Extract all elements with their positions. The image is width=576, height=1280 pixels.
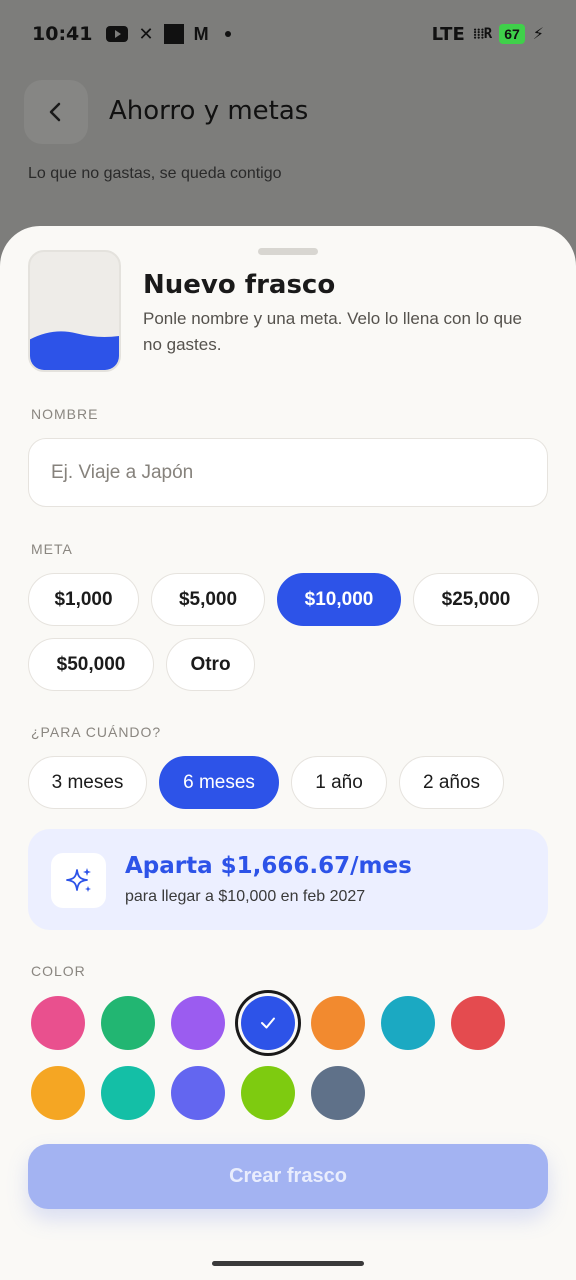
jar-liquid bbox=[30, 331, 119, 370]
goal-option-10000[interactable]: $10,000 bbox=[277, 573, 401, 626]
color-swatch[interactable] bbox=[451, 996, 505, 1050]
network-type: LTE bbox=[431, 23, 465, 45]
goal-option-other[interactable]: Otro bbox=[166, 638, 255, 691]
jar-fill bbox=[30, 331, 119, 370]
sparkles-icon bbox=[51, 853, 106, 908]
savings-summary: Aparta $1,666.67/mes para llegar a $10,0… bbox=[28, 829, 548, 930]
battery-level: 67 bbox=[499, 24, 525, 44]
color-swatch[interactable] bbox=[101, 1066, 155, 1120]
color-swatch[interactable] bbox=[31, 1066, 85, 1120]
color-label: COLOR bbox=[31, 963, 86, 979]
when-option-3-months[interactable]: 3 meses bbox=[28, 756, 147, 809]
create-jar-button[interactable]: Crear frasco bbox=[28, 1144, 548, 1209]
sheet-description: Ponle nombre y una meta. Velo lo llena c… bbox=[143, 309, 522, 354]
signal-icon: ⁞⁞⁞R bbox=[472, 25, 493, 42]
goal-option-50000[interactable]: $50,000 bbox=[28, 638, 154, 691]
x-app-icon: ✕ bbox=[138, 24, 154, 44]
name-label: NOMBRE bbox=[31, 406, 99, 422]
color-swatch[interactable] bbox=[171, 1066, 225, 1120]
page-title: Ahorro y metas bbox=[109, 96, 309, 126]
when-option-1-year[interactable]: 1 año bbox=[291, 756, 387, 809]
back-button[interactable] bbox=[24, 80, 88, 144]
roaming-indicator: R bbox=[483, 25, 493, 42]
goal-label: META bbox=[31, 541, 73, 557]
home-indicator[interactable] bbox=[212, 1261, 364, 1266]
when-option-6-months[interactable]: 6 meses bbox=[159, 756, 279, 809]
app-square-icon bbox=[163, 24, 184, 44]
status-bar: 10:41 ✕ M LTE ⁞⁞⁞R 67 ⚡ bbox=[0, 0, 576, 68]
jar-illustration bbox=[28, 250, 121, 372]
color-swatch[interactable] bbox=[101, 996, 155, 1050]
name-input[interactable] bbox=[28, 438, 548, 507]
color-swatch[interactable] bbox=[171, 996, 225, 1050]
goal-option-1000[interactable]: $1,000 bbox=[28, 573, 139, 626]
new-jar-sheet: Nuevo frasco Ponle nombre y una meta. Ve… bbox=[0, 226, 576, 1280]
check-icon bbox=[261, 1017, 275, 1029]
when-label: ¿PARA CUÁNDO? bbox=[31, 724, 162, 740]
summary-detail: para llegar a $10,000 en feb 2027 bbox=[125, 888, 366, 905]
monthly-amount: Aparta $1,666.67/mes bbox=[125, 853, 412, 879]
goal-option-25000[interactable]: $25,000 bbox=[413, 573, 539, 626]
charging-icon: ⚡ bbox=[532, 26, 544, 43]
gmail-icon: M bbox=[193, 24, 209, 44]
color-swatch[interactable] bbox=[241, 996, 295, 1050]
status-time: 10:41 bbox=[32, 23, 93, 45]
when-option-2-years[interactable]: 2 años bbox=[399, 756, 504, 809]
notification-icons: ✕ M bbox=[106, 24, 231, 44]
page-subtitle: Lo que no gastas, se queda contigo bbox=[28, 165, 282, 182]
more-notifications-icon bbox=[224, 31, 231, 37]
color-swatch[interactable] bbox=[311, 996, 365, 1050]
chevron-left-icon bbox=[49, 102, 61, 122]
color-swatch[interactable] bbox=[311, 1066, 365, 1120]
color-swatch[interactable] bbox=[381, 996, 435, 1050]
youtube-icon bbox=[106, 26, 129, 42]
system-icons: LTE ⁞⁞⁞R 67 ⚡ bbox=[432, 24, 544, 45]
color-swatch[interactable] bbox=[241, 1066, 295, 1120]
color-swatch[interactable] bbox=[31, 996, 85, 1050]
sheet-grabber[interactable] bbox=[258, 248, 318, 255]
sheet-title: Nuevo frasco bbox=[143, 270, 336, 300]
goal-option-5000[interactable]: $5,000 bbox=[151, 573, 265, 626]
